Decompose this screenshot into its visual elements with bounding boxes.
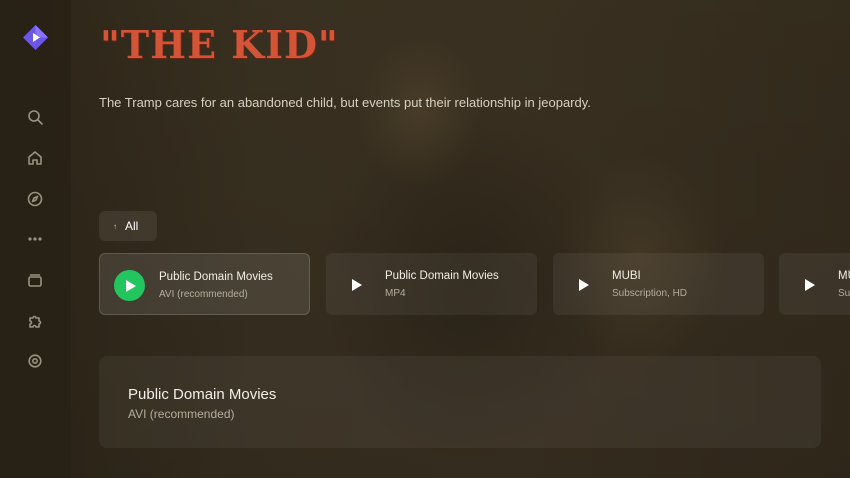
stream-name: Public Domain Movies bbox=[385, 270, 499, 282]
filter-button[interactable]: ↑ All bbox=[99, 211, 157, 241]
stream-name: MUBI bbox=[612, 270, 641, 282]
movie-description: The Tramp cares for an abandoned child, … bbox=[99, 95, 591, 110]
stream-name: Public Domain Movies bbox=[159, 271, 273, 283]
stream-name: MUBI bbox=[838, 270, 850, 282]
sort-arrow-icon: ↑ bbox=[113, 221, 117, 231]
addons-icon[interactable] bbox=[26, 312, 44, 330]
stream-detail-panel: Public Domain Movies AVI (recommended) bbox=[99, 356, 821, 448]
compass-icon[interactable] bbox=[26, 190, 44, 208]
stream-item[interactable]: MUBI Subscription, SD bbox=[779, 253, 850, 315]
stream-description: AVI (recommended) bbox=[159, 289, 248, 300]
app-logo-icon[interactable] bbox=[23, 25, 48, 50]
search-icon[interactable] bbox=[26, 108, 44, 126]
settings-icon[interactable] bbox=[26, 352, 44, 370]
stream-description: Subscription, HD bbox=[612, 288, 688, 299]
filter-label: All bbox=[125, 219, 139, 233]
stream-description: Subscription, SD bbox=[838, 288, 850, 299]
more-icon[interactable] bbox=[26, 230, 44, 248]
stream-item[interactable]: MUBI Subscription, HD bbox=[553, 253, 764, 315]
detail-title: Public Domain Movies bbox=[128, 386, 277, 403]
detail-subtitle: AVI (recommended) bbox=[128, 407, 235, 421]
stream-item[interactable]: Public Domain Movies AVI (recommended) bbox=[99, 253, 310, 315]
play-icon bbox=[340, 269, 371, 300]
stream-description: MP4 bbox=[385, 288, 406, 299]
stream-item[interactable]: Public Domain Movies MP4 bbox=[326, 253, 537, 315]
home-icon[interactable] bbox=[26, 149, 44, 167]
movie-title: "THE KID" bbox=[100, 22, 339, 67]
play-icon bbox=[114, 270, 145, 301]
library-icon[interactable] bbox=[26, 271, 44, 289]
play-icon bbox=[567, 269, 598, 300]
play-icon bbox=[793, 269, 824, 300]
sidebar bbox=[0, 0, 71, 478]
